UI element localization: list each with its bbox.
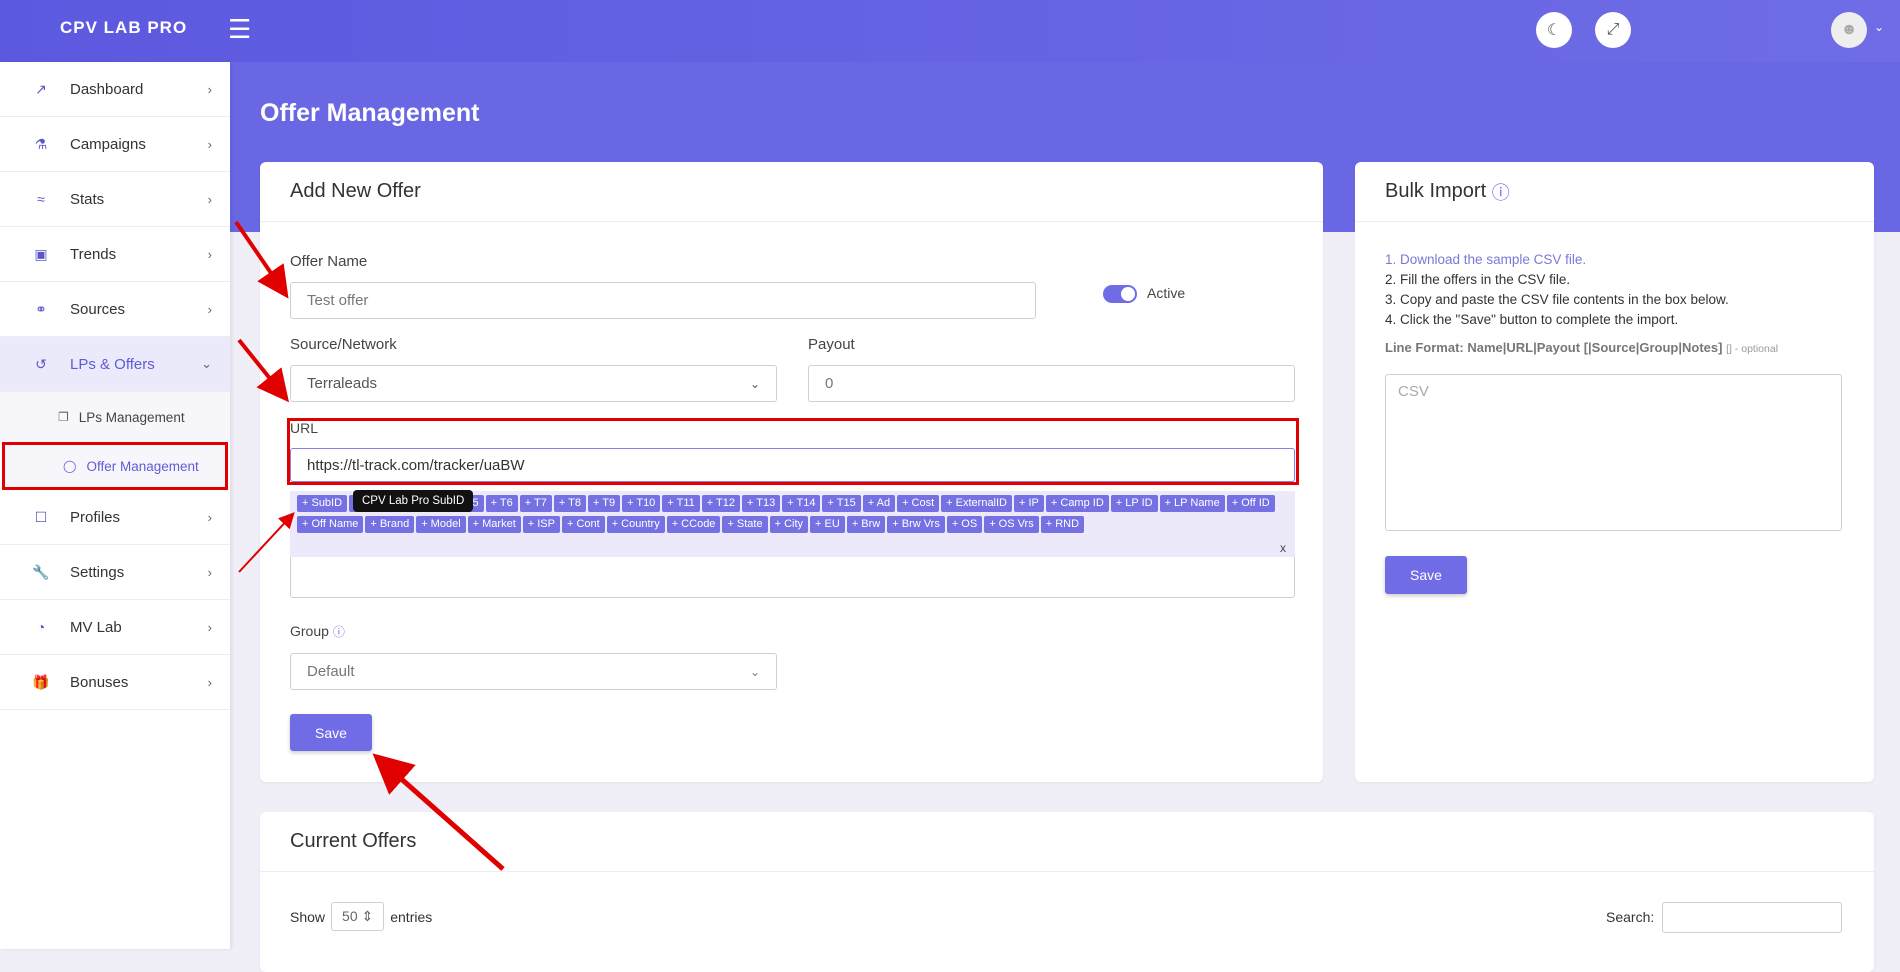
arrow	[238, 512, 295, 573]
annotation-arrows	[234, 220, 505, 871]
arrow	[234, 220, 289, 299]
arrow	[237, 338, 290, 403]
arrow	[372, 753, 505, 871]
